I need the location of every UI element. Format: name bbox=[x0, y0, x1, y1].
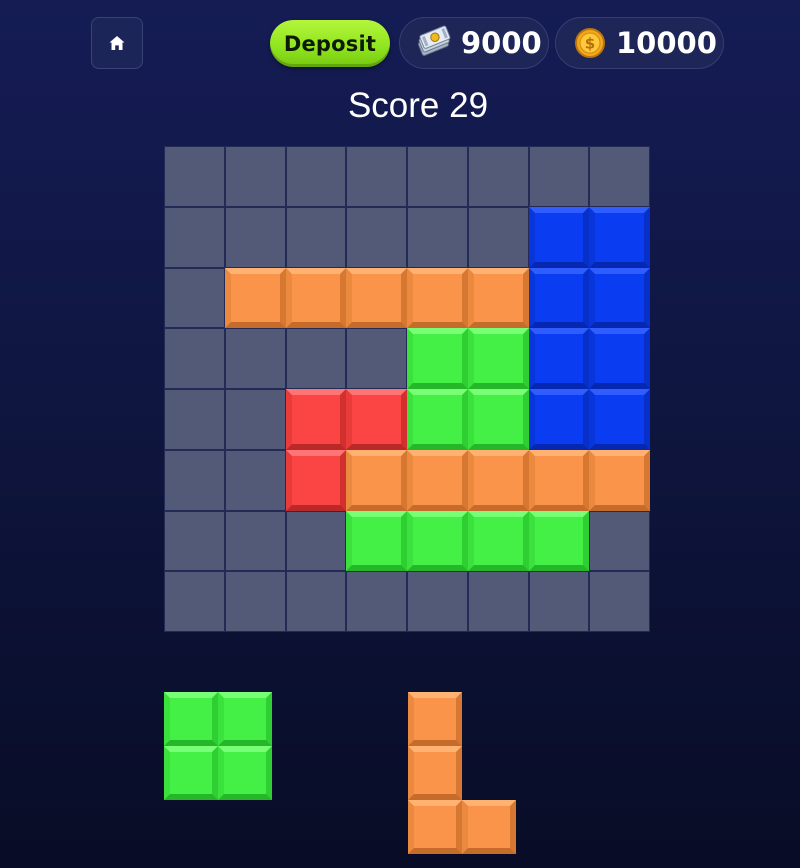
board-cell-empty[interactable] bbox=[407, 571, 468, 632]
board-block-green[interactable] bbox=[467, 510, 529, 572]
board-cell-empty[interactable] bbox=[224, 389, 286, 450]
board-cell-empty[interactable] bbox=[589, 510, 650, 572]
board-cell-empty[interactable] bbox=[164, 510, 225, 572]
piece-block-orange bbox=[408, 692, 462, 746]
board-block-red[interactable] bbox=[285, 389, 347, 450]
board-cell-empty[interactable] bbox=[224, 146, 286, 207]
board-block-orange[interactable] bbox=[467, 449, 529, 511]
board-cell-empty[interactable] bbox=[285, 510, 347, 572]
board-cell-empty[interactable] bbox=[467, 146, 529, 207]
board-cell-empty[interactable] bbox=[285, 328, 347, 389]
board-cell-empty[interactable] bbox=[285, 146, 347, 207]
board-block-green[interactable] bbox=[467, 389, 529, 450]
coin-balance: $ 10000 bbox=[555, 17, 724, 69]
board-cell-empty[interactable] bbox=[224, 510, 286, 572]
board-cell-empty[interactable] bbox=[528, 146, 590, 207]
board-block-orange[interactable] bbox=[467, 267, 529, 329]
score-display: Score 29 bbox=[347, 86, 489, 125]
board-block-blue[interactable] bbox=[589, 206, 650, 268]
board-block-orange[interactable] bbox=[346, 267, 407, 329]
board-block-blue[interactable] bbox=[528, 206, 590, 268]
board-cell-empty[interactable] bbox=[164, 206, 225, 268]
board-cell-empty[interactable] bbox=[164, 571, 225, 632]
piece-block-orange bbox=[408, 746, 462, 800]
money-stack-icon bbox=[417, 25, 451, 56]
board-cell-empty[interactable] bbox=[224, 328, 286, 389]
board-block-blue[interactable] bbox=[589, 389, 650, 450]
board-block-green[interactable] bbox=[407, 389, 468, 450]
coin-value: 10000 bbox=[616, 26, 717, 60]
board-cell-empty[interactable] bbox=[224, 571, 286, 632]
board-cell-empty[interactable] bbox=[285, 206, 347, 268]
svg-text:$: $ bbox=[585, 35, 595, 53]
board-cell-empty[interactable] bbox=[224, 206, 286, 268]
board-block-red[interactable] bbox=[285, 449, 347, 511]
board-cell-empty[interactable] bbox=[224, 449, 286, 511]
board-block-blue[interactable] bbox=[528, 328, 590, 389]
board-cell-empty[interactable] bbox=[589, 571, 650, 632]
board-cell-empty[interactable] bbox=[407, 146, 468, 207]
board-cell-empty[interactable] bbox=[164, 328, 225, 389]
piece-block-green bbox=[164, 746, 218, 800]
piece-block-orange bbox=[462, 800, 516, 854]
board-block-orange[interactable] bbox=[346, 449, 407, 511]
board-block-green[interactable] bbox=[467, 328, 529, 389]
board-block-orange[interactable] bbox=[407, 449, 468, 511]
board-block-red[interactable] bbox=[346, 389, 407, 450]
board-block-green[interactable] bbox=[407, 328, 468, 389]
cash-value: 9000 bbox=[461, 26, 542, 60]
board-cell-empty[interactable] bbox=[285, 571, 347, 632]
board-block-orange[interactable] bbox=[224, 267, 286, 329]
board-block-orange[interactable] bbox=[528, 449, 590, 511]
home-icon bbox=[109, 36, 125, 50]
board-block-green[interactable] bbox=[346, 510, 407, 572]
gold-coin-icon: $ bbox=[575, 28, 605, 58]
board-block-blue[interactable] bbox=[528, 389, 590, 450]
piece-block-green bbox=[218, 746, 272, 800]
board-block-orange[interactable] bbox=[407, 267, 468, 329]
board-block-blue[interactable] bbox=[589, 328, 650, 389]
board-block-blue[interactable] bbox=[589, 267, 650, 329]
board-cell-empty[interactable] bbox=[346, 206, 407, 268]
game-board[interactable] bbox=[164, 146, 650, 632]
board-cell-empty[interactable] bbox=[164, 449, 225, 511]
board-cell-empty[interactable] bbox=[164, 146, 225, 207]
piece-block-green bbox=[164, 692, 218, 746]
board-block-green[interactable] bbox=[407, 510, 468, 572]
board-block-blue[interactable] bbox=[528, 267, 590, 329]
board-cell-empty[interactable] bbox=[346, 571, 407, 632]
board-block-orange[interactable] bbox=[589, 449, 650, 511]
cash-balance: 9000 bbox=[399, 17, 549, 69]
board-cell-empty[interactable] bbox=[528, 571, 590, 632]
board-cell-empty[interactable] bbox=[164, 267, 225, 329]
piece-block-green bbox=[218, 692, 272, 746]
board-cell-empty[interactable] bbox=[164, 389, 225, 450]
board-block-green[interactable] bbox=[528, 510, 590, 572]
board-cell-empty[interactable] bbox=[589, 146, 650, 207]
deposit-button[interactable]: Deposit bbox=[270, 20, 390, 67]
board-cell-empty[interactable] bbox=[346, 328, 407, 389]
board-block-orange[interactable] bbox=[285, 267, 347, 329]
piece-block-orange bbox=[408, 800, 462, 854]
board-cell-empty[interactable] bbox=[467, 206, 529, 268]
board-cell-empty[interactable] bbox=[407, 206, 468, 268]
board-cell-empty[interactable] bbox=[467, 571, 529, 632]
home-button[interactable] bbox=[91, 17, 143, 69]
board-cell-empty[interactable] bbox=[346, 146, 407, 207]
